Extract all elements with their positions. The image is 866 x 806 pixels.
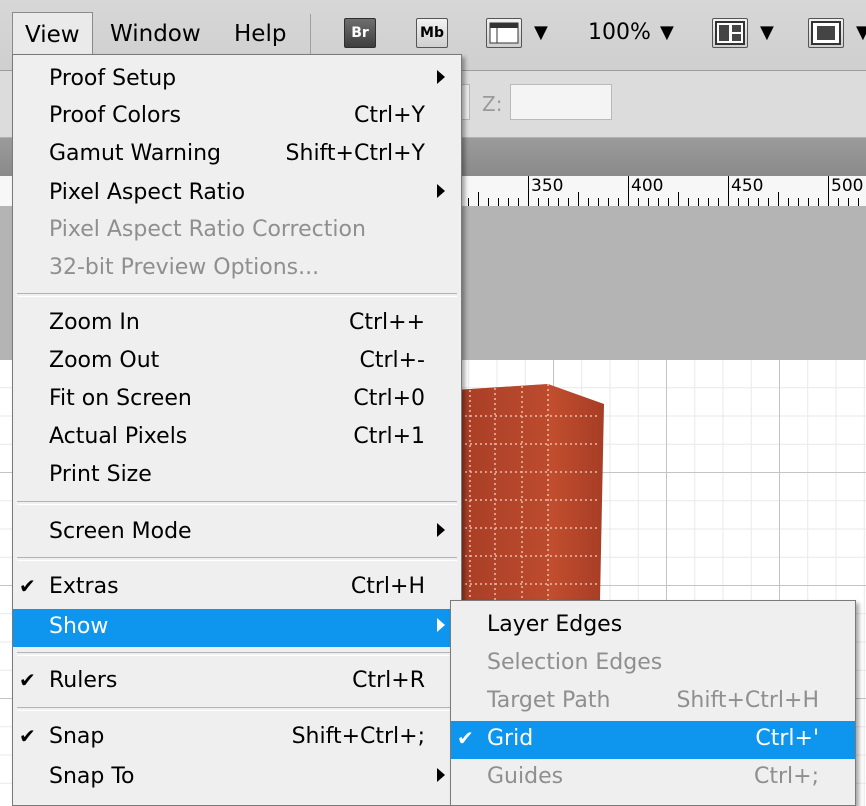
chevron-down-icon[interactable]: ▼ [534, 22, 548, 43]
menu-item-extras[interactable]: ✔ Extras Ctrl+H [13, 569, 461, 607]
ruler-tick [788, 198, 789, 206]
submenu-item-guides[interactable]: Guides Ctrl+; [451, 759, 855, 797]
ruler-tick [608, 198, 609, 206]
ruler-tick [548, 198, 549, 206]
menu-item-pixel-aspect-ratio[interactable]: Pixel Aspect Ratio [13, 175, 461, 213]
menu-item-actual-pixels[interactable]: Actual Pixels Ctrl+1 [13, 419, 461, 457]
ruler-tick [768, 198, 769, 206]
ruler-tick [698, 198, 699, 206]
menu-divider [17, 501, 457, 505]
chevron-down-icon[interactable]: ▼ [856, 22, 866, 43]
menu-divider [17, 293, 457, 297]
menu-divider [17, 707, 457, 711]
screen-mode-icon[interactable] [808, 18, 844, 48]
arrange-documents-icon[interactable] [712, 18, 748, 48]
ruler-tick [778, 192, 779, 206]
ruler-tick [668, 198, 669, 206]
extras-view-icon[interactable] [486, 18, 522, 48]
ruler-tick [818, 198, 819, 206]
menu-item-zoom-out[interactable]: Zoom Out Ctrl+- [13, 343, 461, 381]
ruler-tick [708, 198, 709, 206]
checkmark-icon: ✔ [19, 724, 36, 748]
submenu-arrow-icon [437, 70, 445, 84]
checkmark-icon: ✔ [19, 574, 36, 598]
ruler-tick [748, 198, 749, 206]
menu-item-pixel-aspect-ratio-correction: Pixel Aspect Ratio Correction [49, 217, 366, 242]
ruler-tick [828, 192, 829, 206]
ruler-tick [738, 198, 739, 206]
submenu-item-target-path[interactable]: Target Path Shift+Ctrl+H [451, 683, 855, 721]
menu-item-fit-on-screen[interactable]: Fit on Screen Ctrl+0 [13, 381, 461, 419]
bridge-button[interactable]: Br [344, 18, 376, 48]
ruler-tick [728, 192, 729, 206]
menu-item-show[interactable]: Show [13, 609, 461, 647]
ruler-tick [558, 198, 559, 206]
zoom-level-select[interactable]: 100% [588, 20, 651, 45]
submenu-item-layer-edges[interactable]: Layer Edges [451, 607, 855, 645]
ruler-tick [758, 198, 759, 206]
ruler-tick [658, 198, 659, 206]
ruler-tick [598, 198, 599, 206]
menu-item-proof-colors[interactable]: Proof Colors Ctrl+Y [13, 98, 461, 136]
ruler-tick [568, 198, 569, 206]
ruler-tick [798, 198, 799, 206]
ruler-tick [498, 198, 499, 206]
menu-item-snap-to[interactable]: Snap To [13, 759, 461, 797]
submenu-arrow-icon [437, 618, 445, 632]
ruler-tick [718, 198, 719, 206]
ruler-tick [648, 198, 649, 206]
menu-item-proof-setup[interactable]: Proof Setup [13, 61, 461, 99]
menu-item-32bit-preview: 32-bit Preview Options... [49, 255, 320, 280]
checkmark-icon: ✔ [457, 726, 474, 750]
ruler-tick [628, 192, 629, 206]
ruler-tick [588, 198, 589, 206]
ruler-tick [858, 198, 859, 206]
submenu-arrow-icon [437, 523, 445, 537]
ruler-tick [468, 198, 469, 206]
menubar-divider [310, 14, 311, 54]
submenu-arrow-icon [437, 184, 445, 198]
chevron-down-icon[interactable]: ▼ [660, 22, 674, 43]
checkmark-icon: ✔ [19, 668, 36, 692]
menu-divider [17, 557, 457, 561]
ruler-tick [688, 198, 689, 206]
ruler-tick [678, 192, 679, 206]
ruler-tick [838, 198, 839, 206]
ruler-tick [618, 198, 619, 206]
ruler-tick [848, 198, 849, 206]
ruler-label: 400 [631, 176, 664, 196]
ruler-tick [478, 192, 479, 206]
z-input[interactable] [510, 84, 612, 120]
menu-item-screen-mode[interactable]: Screen Mode [13, 514, 461, 552]
mini-bridge-button[interactable]: Mb [416, 18, 448, 48]
menu-item-print-size[interactable]: Print Size [13, 457, 461, 495]
menu-item-rulers[interactable]: ✔ Rulers Ctrl+R [13, 663, 461, 701]
submenu-item-grid[interactable]: ✔ Grid Ctrl+' [451, 721, 855, 759]
ruler-tick [578, 192, 579, 206]
ruler-label: 450 [731, 176, 764, 196]
ruler-tick [808, 198, 809, 206]
menu-item-gamut-warning[interactable]: Gamut Warning Shift+Ctrl+Y [13, 136, 461, 174]
ruler-tick [538, 198, 539, 206]
menu-help[interactable]: Help [222, 12, 298, 56]
ruler-tick [508, 198, 509, 206]
menu-divider [17, 652, 457, 656]
menu-item-snap[interactable]: ✔ Snap Shift+Ctrl+; [13, 719, 461, 757]
z-label: Z: [482, 92, 503, 116]
menu-window[interactable]: Window [98, 12, 213, 56]
ruler-tick [638, 198, 639, 206]
ruler-tick [528, 192, 529, 206]
menu-item-zoom-in[interactable]: Zoom In Ctrl++ [13, 305, 461, 343]
view-menu: Proof Setup Proof Colors Ctrl+Y Gamut War… [12, 54, 462, 806]
submenu-item-selection-edges[interactable]: Selection Edges [451, 645, 855, 683]
chevron-down-icon[interactable]: ▼ [760, 22, 774, 43]
ruler-label: 350 [531, 176, 564, 196]
show-submenu: Layer Edges Selection Edges Target Path S… [450, 600, 856, 806]
ruler-tick [488, 198, 489, 206]
ruler-label: 500 [831, 176, 864, 196]
submenu-arrow-icon [437, 768, 445, 782]
ruler-tick [518, 198, 519, 206]
menu-view[interactable]: View [12, 12, 93, 56]
